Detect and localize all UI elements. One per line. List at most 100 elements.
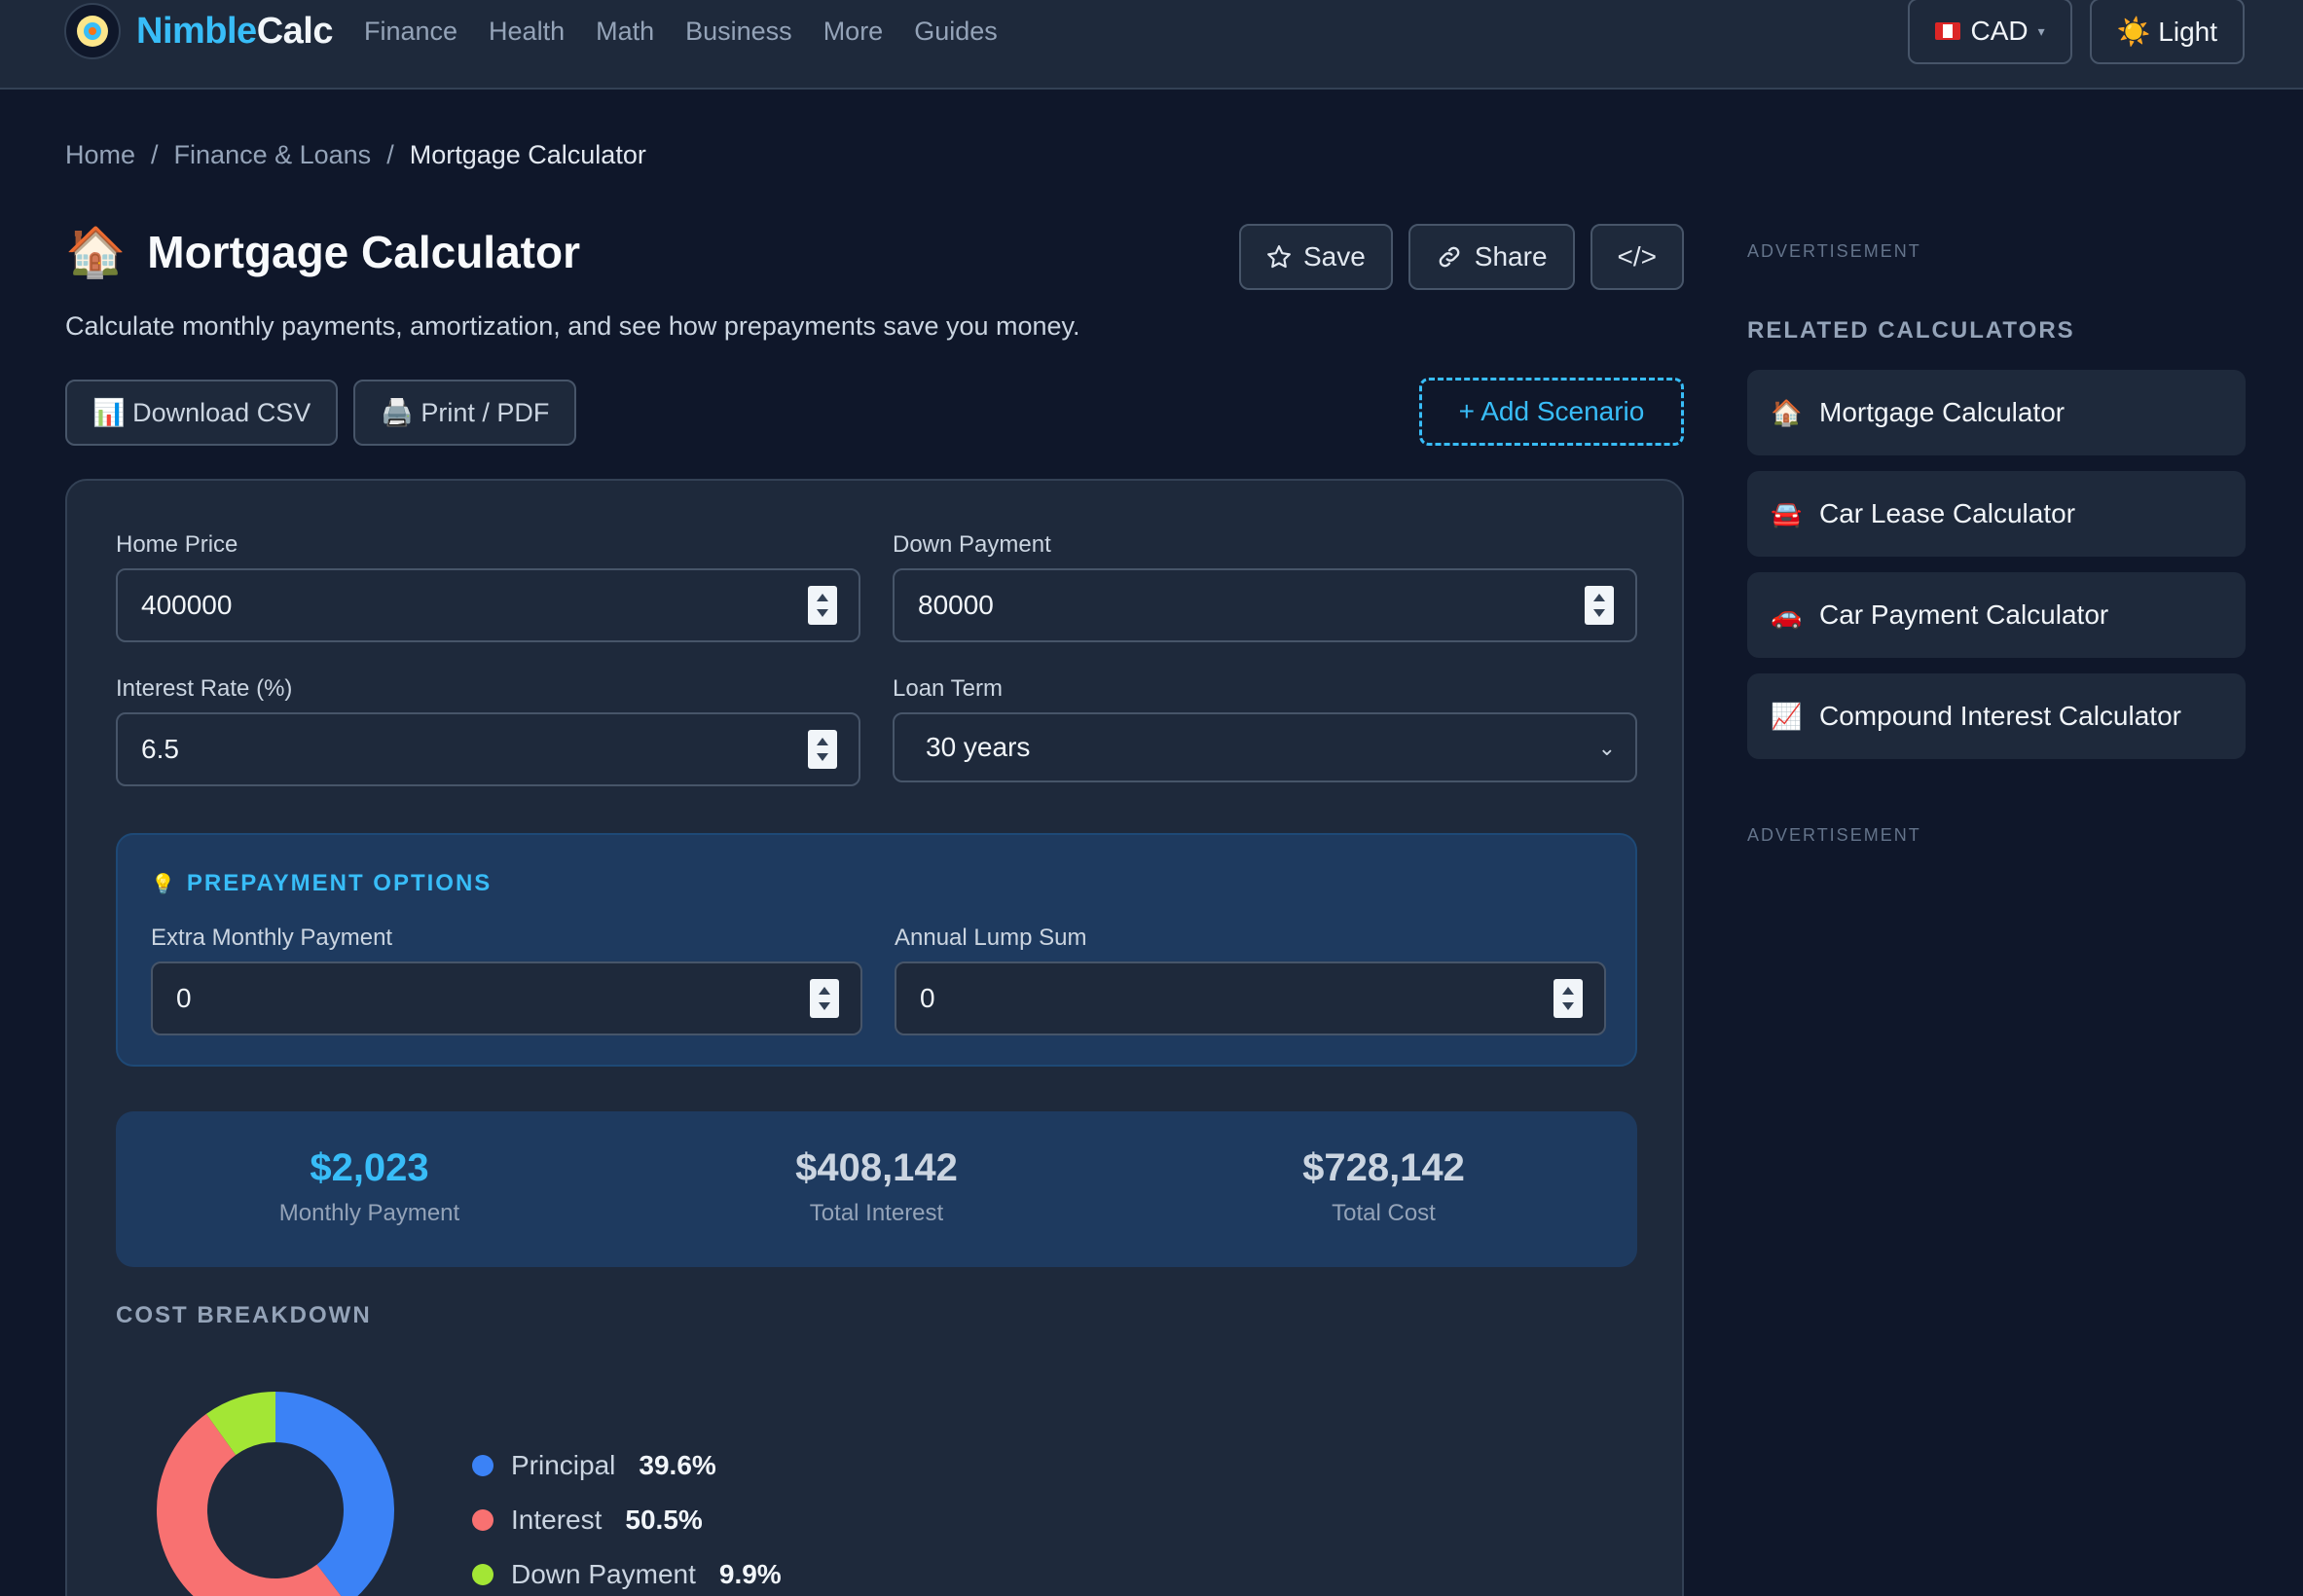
currency-label: CAD xyxy=(1970,16,2029,46)
number-stepper-icon[interactable] xyxy=(810,979,839,1018)
breadcrumb-separator: / xyxy=(151,140,159,169)
legend-name: Interest xyxy=(511,1505,603,1535)
embed-button[interactable]: </> xyxy=(1590,224,1684,290)
number-stepper-icon[interactable] xyxy=(1554,979,1583,1018)
related-calculators-list: 🏠 Mortgage Calculator 🚘 Car Lease Calcul… xyxy=(1747,370,2246,775)
share-button[interactable]: Share xyxy=(1407,224,1575,290)
link-icon xyxy=(1439,246,1460,268)
breadcrumb-home[interactable]: Home xyxy=(65,140,135,170)
share-label: Share xyxy=(1474,241,1548,272)
monthly-payment-value: $2,023 xyxy=(310,1146,429,1189)
breadcrumb: Home / Finance & Loans / Mortgage Calcul… xyxy=(65,140,646,170)
top-nav: NimbleCalc Finance Health Math Business … xyxy=(0,0,2303,90)
nav-links: Finance Health Math Business More Guides xyxy=(364,17,1029,47)
brand-name-part: Calc xyxy=(256,10,334,52)
number-stepper-icon[interactable] xyxy=(808,730,837,769)
total-interest-stat: $408,142 Total Interest xyxy=(623,1111,1130,1267)
total-interest-label: Total Interest xyxy=(809,1200,944,1226)
annual-lump-label: Annual Lump Sum xyxy=(895,925,1087,951)
legend-name: Principal xyxy=(511,1450,616,1480)
print-pdf-button[interactable]: 🖨️ Print / PDF xyxy=(353,380,577,446)
home-price-value: 400000 xyxy=(141,590,233,620)
nav-link-business[interactable]: Business xyxy=(685,17,792,47)
annual-lump-input[interactable]: 0 xyxy=(895,961,1606,1035)
extra-monthly-input[interactable]: 0 xyxy=(151,961,862,1035)
extra-monthly-label: Extra Monthly Payment xyxy=(151,925,393,951)
down-payment-input[interactable]: 80000 xyxy=(893,568,1637,642)
cost-breakdown-legend: Principal 39.6% Interest 50.5% Down Paym… xyxy=(472,1438,782,1596)
cost-breakdown-title: COST BREAKDOWN xyxy=(116,1302,372,1328)
down-payment-label: Down Payment xyxy=(893,531,1051,558)
advertisement-label: ADVERTISEMENT xyxy=(1747,825,1921,845)
related-item-label: Compound Interest Calculator xyxy=(1819,701,2181,731)
nav-link-finance[interactable]: Finance xyxy=(364,17,457,47)
legend-item-down-payment: Down Payment 9.9% xyxy=(472,1547,782,1596)
related-compound-interest-calculator[interactable]: 📈 Compound Interest Calculator xyxy=(1747,673,2246,759)
related-item-label: Car Payment Calculator xyxy=(1819,599,2109,630)
export-buttons: 📊 Download CSV 🖨️ Print / PDF xyxy=(65,380,577,446)
breadcrumb-current: Mortgage Calculator xyxy=(409,140,646,169)
legend-item-principal: Principal 39.6% xyxy=(472,1438,782,1493)
loan-term-select[interactable]: 30 years ⌄ xyxy=(893,712,1637,782)
star-icon xyxy=(1267,245,1291,269)
cost-breakdown-donut xyxy=(157,1392,394,1596)
total-cost-value: $728,142 xyxy=(1302,1146,1465,1189)
calculator-card: Home Price 400000 Down Payment 80000 Int… xyxy=(65,479,1684,1596)
related-item-label: Mortgage Calculator xyxy=(1819,397,2065,427)
legend-swatch xyxy=(472,1455,494,1476)
nav-link-math[interactable]: Math xyxy=(596,17,654,47)
down-payment-value: 80000 xyxy=(918,590,994,620)
legend-percent: 9.9% xyxy=(718,1559,782,1589)
nav-link-health[interactable]: Health xyxy=(489,17,565,47)
nav-link-more[interactable]: More xyxy=(823,17,884,47)
logo-icon[interactable] xyxy=(64,3,121,59)
related-item-label: Car Lease Calculator xyxy=(1819,498,2076,528)
related-car-payment-calculator[interactable]: 🚗 Car Payment Calculator xyxy=(1747,572,2246,658)
house-icon: 🏠 xyxy=(1771,397,1803,427)
number-stepper-icon[interactable] xyxy=(1585,586,1614,625)
home-price-label: Home Price xyxy=(116,531,238,558)
brand-name[interactable]: NimbleCalc xyxy=(136,11,333,53)
currency-selector[interactable]: CAD ▾ xyxy=(1908,0,2072,64)
monthly-payment-stat: $2,023 Monthly Payment xyxy=(116,1111,623,1267)
legend-percent: 50.5% xyxy=(625,1505,703,1535)
breadcrumb-separator: / xyxy=(386,140,394,169)
related-car-lease-calculator[interactable]: 🚘 Car Lease Calculator xyxy=(1747,471,2246,557)
lightbulb-icon: 💡 xyxy=(151,873,177,895)
nav-right: CAD ▾ ☀️ Light xyxy=(1908,0,2245,64)
prepayment-title: 💡 PREPAYMENT OPTIONS xyxy=(151,870,492,897)
total-cost-label: Total Cost xyxy=(1332,1200,1436,1226)
advertisement-label: ADVERTISEMENT xyxy=(1747,241,1921,261)
prepayment-title-text: PREPAYMENT OPTIONS xyxy=(186,870,493,896)
number-stepper-icon[interactable] xyxy=(808,586,837,625)
legend-item-interest: Interest 50.5% xyxy=(472,1493,782,1547)
interest-rate-value: 6.5 xyxy=(141,734,179,764)
loan-term-label: Loan Term xyxy=(893,675,1003,702)
results-summary: $2,023 Monthly Payment $408,142 Total In… xyxy=(116,1111,1637,1267)
chart-up-icon: 📈 xyxy=(1771,701,1803,731)
interest-rate-label: Interest Rate (%) xyxy=(116,675,293,702)
download-csv-button[interactable]: 📊 Download CSV xyxy=(65,380,339,446)
prepayment-options-panel: 💡 PREPAYMENT OPTIONS Extra Monthly Payme… xyxy=(116,833,1637,1067)
nav-link-guides[interactable]: Guides xyxy=(914,17,998,47)
chevron-down-icon: ⌄ xyxy=(1597,736,1616,760)
breadcrumb-finance[interactable]: Finance & Loans xyxy=(174,140,372,170)
canada-flag-icon xyxy=(1935,22,1961,40)
home-price-input[interactable]: 400000 xyxy=(116,568,860,642)
total-cost-stat: $728,142 Total Cost xyxy=(1130,1111,1637,1267)
house-icon: 🏠 xyxy=(65,225,127,279)
interest-rate-input[interactable]: 6.5 xyxy=(116,712,860,786)
page-title: Mortgage Calculator xyxy=(147,227,580,277)
add-scenario-button[interactable]: + Add Scenario xyxy=(1419,378,1684,446)
related-mortgage-calculator[interactable]: 🏠 Mortgage Calculator xyxy=(1747,370,2246,455)
legend-name: Down Payment xyxy=(511,1559,696,1589)
donut-slice-principal xyxy=(275,1392,394,1596)
brand-name-part: Nimble xyxy=(136,10,257,52)
total-interest-value: $408,142 xyxy=(795,1146,958,1189)
save-button[interactable]: Save xyxy=(1238,224,1393,290)
page-subtitle: Calculate monthly payments, amortization… xyxy=(65,311,1080,341)
legend-percent: 39.6% xyxy=(639,1450,716,1480)
loan-term-value: 30 years xyxy=(926,732,1031,762)
theme-toggle[interactable]: ☀️ Light xyxy=(2089,0,2245,64)
action-buttons: Save Share </> xyxy=(1238,224,1684,290)
